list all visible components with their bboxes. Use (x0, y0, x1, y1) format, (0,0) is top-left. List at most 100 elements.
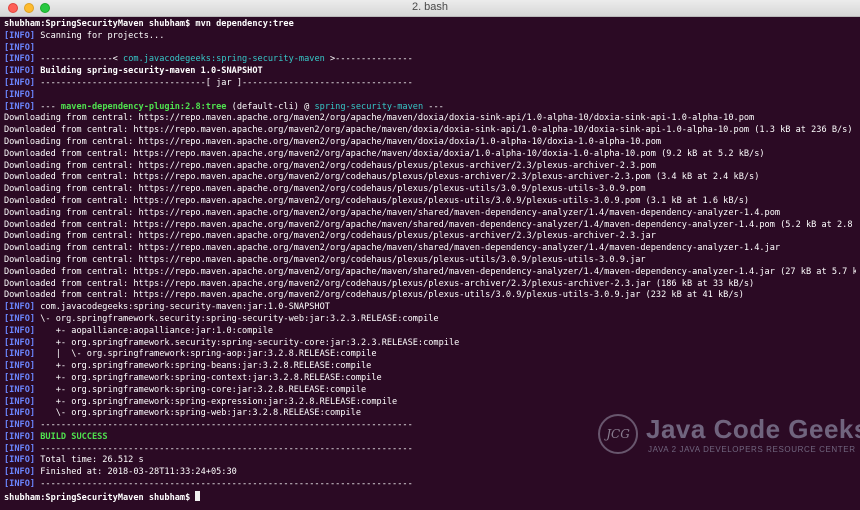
terminal-text: Downloaded from central: https://repo.ma… (4, 290, 744, 301)
terminal-text: Downloaded from central: https://repo.ma… (4, 278, 755, 289)
terminal-line: Downloaded from central: https://repo.ma… (4, 290, 856, 302)
terminal-text: Total time: 26.512 s (35, 455, 144, 466)
terminal-text: --------------------------------[ jar ]-… (35, 77, 413, 88)
terminal-text: --------------< (35, 54, 124, 65)
terminal-text: Downloading from central: https://repo.m… (4, 184, 646, 195)
log-level-tag: [INFO] (4, 30, 36, 41)
terminal-text: Downloading from central: https://repo.m… (4, 136, 662, 147)
terminal-text: \- org.springframework.security:spring-s… (35, 313, 439, 324)
terminal-text: Downloaded from central: https://repo.ma… (4, 219, 856, 230)
terminal-text: --- (423, 101, 444, 112)
terminal-text: +- org.springframework:spring-expression… (35, 396, 398, 407)
terminal-line: [INFO] Finished at: 2018-03-28T11:33:24+… (4, 467, 856, 479)
terminal-text: Finished at: 2018-03-28T11:33:24+05:30 (35, 467, 237, 478)
log-level-tag: [INFO] (4, 408, 36, 419)
log-level-tag: [INFO] (4, 77, 36, 88)
log-level-tag: [INFO] (4, 42, 36, 53)
terminal-line: [INFO] \- org.springframework.security:s… (4, 314, 856, 326)
watermark-name: Java Code Geeks (646, 414, 860, 444)
log-level-tag: [INFO] (4, 431, 36, 442)
terminal-text: Downloaded from central: https://repo.ma… (4, 195, 750, 206)
jcg-logo-icon: JCG (598, 414, 638, 454)
terminal-line: [INFO] +- org.springframework:spring-con… (4, 373, 856, 385)
terminal-text: Downloading from central: https://repo.m… (4, 160, 656, 171)
terminal-text: com.javacodegeeks:spring-security-maven (123, 54, 325, 65)
terminal-line: [INFO] +- org.springframework.security:s… (4, 338, 856, 350)
terminal-text: spring-security-maven (314, 101, 424, 112)
terminal-line: [INFO] +- org.springframework:spring-exp… (4, 397, 856, 409)
terminal-line: shubham:SpringSecurityMaven shubham$ (4, 490, 856, 503)
terminal-line: Downloading from central: https://repo.m… (4, 208, 856, 220)
log-level-tag: [INFO] (4, 467, 36, 478)
terminal-line: Downloading from central: https://repo.m… (4, 243, 856, 255)
terminal-text: Scanning for projects... (35, 30, 165, 41)
terminal-line: [INFO] com.javacodegeeks:spring-security… (4, 302, 856, 314)
log-level-tag: [INFO] (4, 384, 36, 395)
terminal-text: Downloaded from central: https://repo.ma… (4, 172, 760, 183)
terminal-text: ----------------------------------------… (35, 479, 413, 490)
terminal-text: Downloading from central: https://repo.m… (4, 207, 781, 218)
terminal-line: [INFO] | \- org.springframework:spring-a… (4, 349, 856, 361)
terminal-text: >--------------- (324, 54, 413, 65)
terminal-text: +- aopalliance:aopalliance:jar:1.0:compi… (35, 325, 274, 336)
terminal-line: Downloading from central: https://repo.m… (4, 184, 856, 196)
terminal-line: Downloaded from central: https://repo.ma… (4, 220, 856, 232)
terminal-line: shubham:SpringSecurityMaven shubham$ mvn… (4, 19, 856, 31)
terminal-line: [INFO] --------------< com.javacodegeeks… (4, 54, 856, 66)
log-level-tag: [INFO] (4, 396, 36, 407)
log-level-tag: [INFO] (4, 337, 36, 348)
log-level-tag: [INFO] (4, 372, 36, 383)
terminal-line: [INFO] Building spring-security-maven 1.… (4, 66, 856, 78)
terminal-line: Downloading from central: https://repo.m… (4, 161, 856, 173)
terminal-line: [INFO] Scanning for projects... (4, 31, 856, 43)
terminal-line: [INFO] --- maven-dependency-plugin:2.8:t… (4, 102, 856, 114)
terminal-line: Downloading from central: https://repo.m… (4, 255, 856, 267)
terminal-text: +- org.springframework:spring-context:ja… (35, 372, 382, 383)
terminal-line: Downloaded from central: https://repo.ma… (4, 267, 856, 279)
terminal-line: [INFO] (4, 90, 856, 102)
terminal-text: +- org.springframework.security:spring-s… (35, 337, 460, 348)
terminal-text: +- org.springframework:spring-beans:jar:… (35, 361, 372, 372)
log-level-tag: [INFO] (4, 101, 36, 112)
log-level-tag: [INFO] (4, 89, 36, 100)
watermark-tagline: JAVA 2 JAVA DEVELOPERS RESOURCE CENTER (648, 445, 856, 454)
terminal-text: Downloading from central: https://repo.m… (4, 113, 755, 124)
terminal-text: Downloaded from central: https://repo.ma… (4, 266, 856, 277)
terminal-text: --- (35, 101, 61, 112)
log-level-tag: [INFO] (4, 479, 36, 490)
terminal-text: Downloaded from central: https://repo.ma… (4, 148, 765, 159)
terminal-text: Downloading from central: https://repo.m… (4, 254, 646, 265)
cursor (195, 490, 201, 501)
log-level-tag: [INFO] (4, 313, 36, 324)
window-title: 2. bash (411, 1, 449, 13)
log-level-tag: [INFO] (4, 420, 36, 431)
terminal-line: Downloaded from central: https://repo.ma… (4, 125, 856, 137)
terminal-text: shubham:SpringSecurityMaven shubham$ mvn… (4, 19, 294, 29)
terminal-line: Downloaded from central: https://repo.ma… (4, 196, 856, 208)
terminal-text: Downloading from central: https://repo.m… (4, 231, 656, 242)
log-level-tag: [INFO] (4, 54, 36, 65)
terminal-line: [INFO] ---------------------------------… (4, 479, 856, 491)
terminal-text: Building spring-security-maven 1.0-SNAPS… (35, 66, 263, 77)
terminal-line: [INFO] +- org.springframework:spring-cor… (4, 385, 856, 397)
terminal-line: Downloaded from central: https://repo.ma… (4, 149, 856, 161)
terminal-text: BUILD SUCCESS (40, 431, 108, 442)
title-bar[interactable]: 2. bash (0, 0, 860, 17)
log-level-tag: [INFO] (4, 302, 36, 313)
terminal-line: Downloading from central: https://repo.m… (4, 137, 856, 149)
log-level-tag: [INFO] (4, 443, 36, 454)
terminal-line: [INFO] +- aopalliance:aopalliance:jar:1.… (4, 326, 856, 338)
terminal-line: [INFO] +- org.springframework:spring-bea… (4, 361, 856, 373)
terminal-line: [INFO] (4, 43, 856, 55)
terminal-text: | \- org.springframework:spring-aop:jar:… (35, 349, 377, 360)
log-level-tag: [INFO] (4, 455, 36, 466)
log-level-tag: [INFO] (4, 66, 36, 77)
terminal-text: \- org.springframework:spring-web:jar:3.… (35, 408, 362, 419)
terminal-text: Downloaded from central: https://repo.ma… (4, 125, 853, 136)
terminal-text: ----------------------------------------… (35, 443, 413, 454)
terminal-text: Downloading from central: https://repo.m… (4, 243, 781, 254)
terminal-line: [INFO] --------------------------------[… (4, 78, 856, 90)
terminal-text: ----------------------------------------… (35, 420, 413, 431)
watermark-logo: JCG Java Code Geeks JAVA 2 JAVA DEVELOPE… (598, 412, 860, 460)
terminal-text: maven-dependency-plugin:2.8:tree (60, 101, 227, 112)
